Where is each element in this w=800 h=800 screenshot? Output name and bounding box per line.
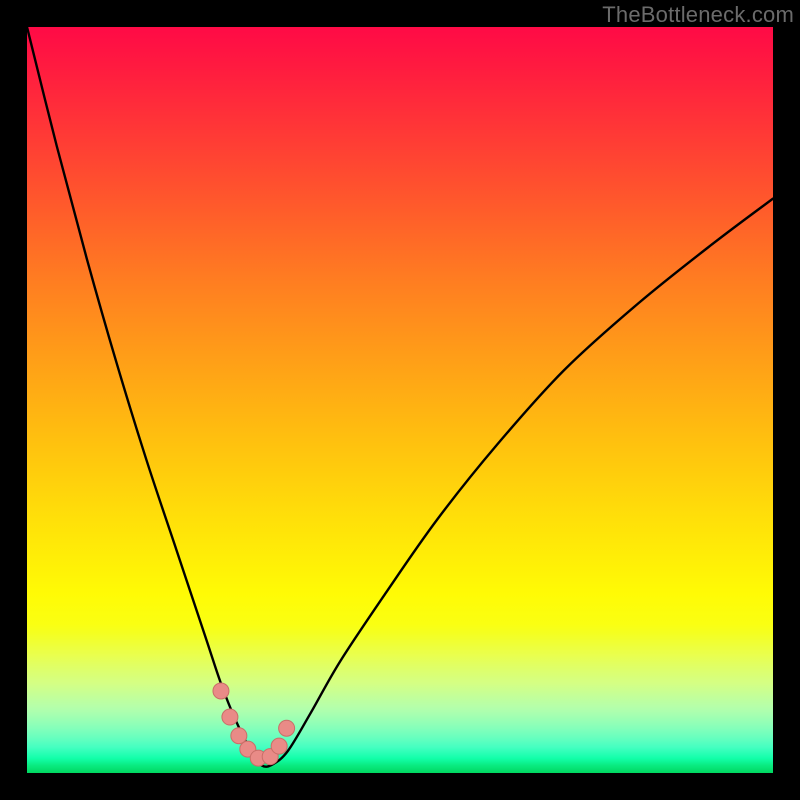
highlight-dot (271, 738, 287, 754)
highlight-dot (222, 709, 238, 725)
watermark-text: TheBottleneck.com (602, 2, 794, 28)
bottleneck-curve (27, 27, 773, 767)
plot-area (27, 27, 773, 773)
curve-layer (27, 27, 773, 773)
highlight-dot (279, 720, 295, 736)
highlight-dot (231, 728, 247, 744)
highlight-dot (213, 683, 229, 699)
outer-frame: TheBottleneck.com (0, 0, 800, 800)
highlight-markers (213, 683, 295, 766)
